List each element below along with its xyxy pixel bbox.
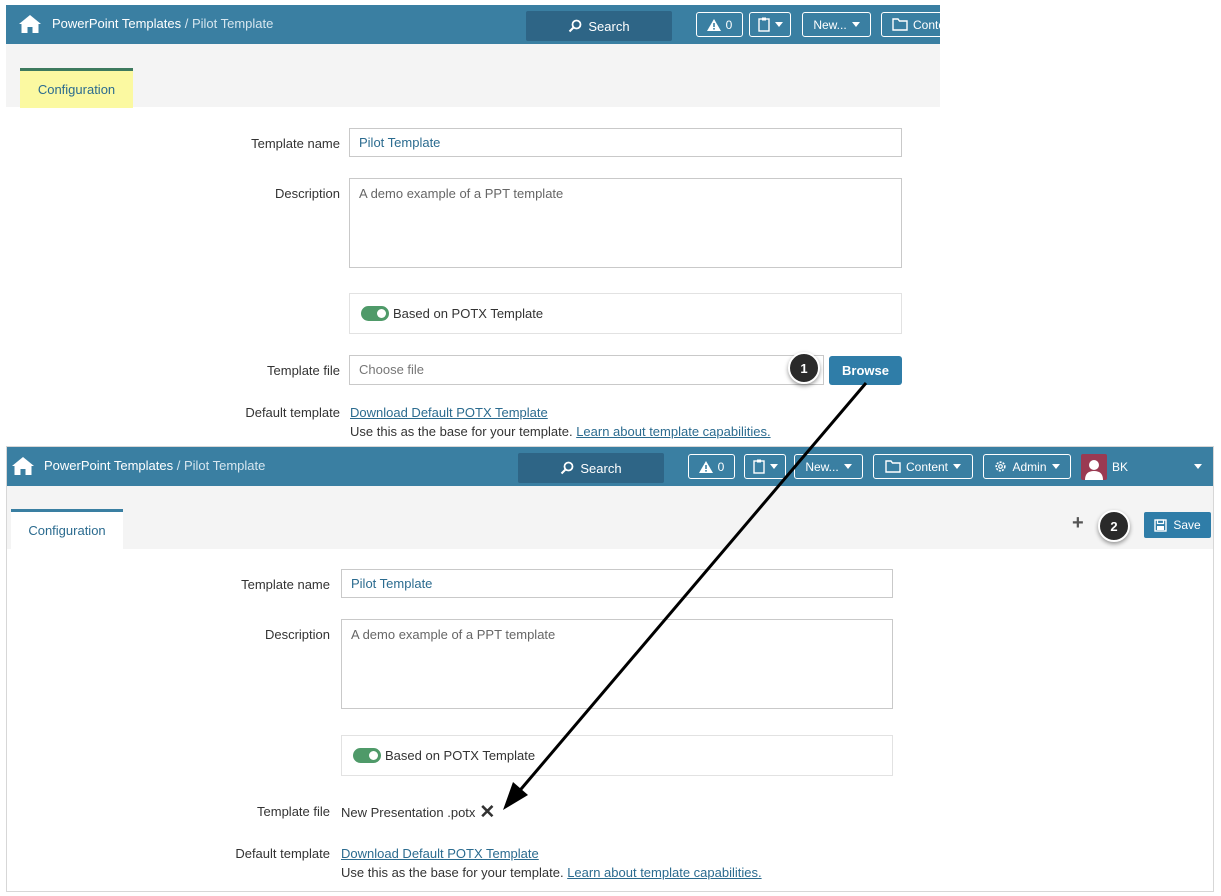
breadcrumb: PowerPoint Templates / Pilot Template — [44, 458, 265, 473]
top-navbar: PowerPoint Templates / Pilot Template Se… — [7, 447, 1213, 486]
learn-capabilities-link[interactable]: Learn about template capabilities. — [576, 424, 770, 439]
description-label: Description — [274, 186, 340, 201]
template-file-label: Template file — [267, 363, 340, 378]
breadcrumb-current: Pilot Template — [191, 16, 274, 31]
admin-label: Admin — [1012, 459, 1047, 474]
new-menu-button[interactable]: New... — [802, 12, 871, 37]
tab-configuration[interactable]: Configuration — [20, 68, 133, 108]
content-label: Content — [905, 459, 949, 474]
potx-toggle-row: Based on POTX Template — [341, 735, 893, 776]
download-default-potx-link[interactable]: Download Default POTX Template — [350, 405, 548, 420]
content-menu-button[interactable]: Conte — [881, 12, 940, 37]
chevron-down-icon — [1194, 464, 1202, 469]
alerts-count: 0 — [725, 17, 733, 32]
uploaded-file-name: New Presentation .potx — [341, 805, 476, 820]
default-template-label: Default template — [235, 846, 330, 861]
screenshot-after: PowerPoint Templates / Pilot Template Se… — [6, 446, 1214, 892]
breadcrumb-root[interactable]: PowerPoint Templates — [52, 16, 181, 31]
home-icon[interactable] — [11, 455, 35, 477]
add-icon[interactable]: + — [1072, 512, 1084, 535]
file-chooser-input[interactable]: Choose file — [349, 355, 824, 385]
alerts-button[interactable]: 0 — [696, 12, 743, 37]
admin-menu-button[interactable]: Admin — [983, 454, 1071, 479]
uploaded-file: New Presentation .potx ✕ — [341, 803, 495, 822]
breadcrumb-root[interactable]: PowerPoint Templates — [44, 458, 173, 473]
warning-icon — [706, 18, 721, 31]
close-icon[interactable]: ✕ — [479, 803, 495, 822]
folder-icon — [885, 460, 901, 473]
clipboard-menu-button[interactable] — [744, 454, 786, 479]
user-icon — [1085, 460, 1103, 480]
tab-bar: Configuration — [6, 44, 940, 108]
alerts-count: 0 — [717, 459, 725, 474]
gear-icon — [995, 461, 1007, 472]
new-label: New... — [805, 459, 839, 474]
avatar[interactable] — [1081, 454, 1107, 480]
description-textarea[interactable]: A demo example of a PPT template — [341, 619, 893, 709]
alerts-button[interactable]: 0 — [688, 454, 735, 479]
chevron-down-icon — [843, 464, 852, 469]
search-icon — [561, 461, 574, 475]
search-label: Search — [588, 18, 630, 34]
template-name-input[interactable]: Pilot Template — [349, 128, 902, 157]
breadcrumb: PowerPoint Templates / Pilot Template — [52, 16, 273, 31]
hint-text: Use this as the base for your template. — [350, 424, 573, 439]
template-file-label: Template file — [257, 804, 330, 819]
new-menu-button[interactable]: New... — [794, 454, 863, 479]
template-name-label: Template name — [241, 577, 330, 592]
clipboard-icon — [752, 459, 765, 474]
search-button[interactable]: Search — [526, 11, 672, 41]
chevron-down-icon — [1051, 464, 1060, 469]
chevron-down-icon — [851, 22, 860, 27]
content-menu-button[interactable]: Content — [873, 454, 973, 479]
save-button[interactable]: Save — [1144, 512, 1211, 538]
tab-configuration[interactable]: Configuration — [11, 509, 123, 549]
user-initials: BK — [1112, 459, 1129, 474]
chevron-down-icon — [769, 464, 778, 469]
clipboard-icon — [757, 17, 770, 32]
home-icon[interactable] — [18, 13, 42, 35]
browse-button[interactable]: Browse — [829, 356, 902, 385]
breadcrumb-separator: / — [181, 16, 192, 31]
template-name-input[interactable]: Pilot Template — [341, 569, 893, 598]
search-button[interactable]: Search — [518, 453, 664, 483]
based-on-potx-toggle[interactable] — [361, 306, 389, 321]
based-on-potx-label: Based on POTX Template — [385, 748, 536, 763]
search-icon — [569, 19, 582, 33]
potx-toggle-row: Based on POTX Template — [349, 293, 902, 334]
save-label: Save — [1173, 518, 1201, 532]
top-navbar: PowerPoint Templates / Pilot Template Se… — [6, 5, 940, 44]
download-default-potx-link[interactable]: Download Default POTX Template — [341, 846, 539, 861]
warning-icon — [698, 460, 713, 473]
learn-capabilities-link[interactable]: Learn about template capabilities. — [567, 865, 761, 880]
step-marker-2: 2 — [1098, 510, 1130, 542]
based-on-potx-toggle[interactable] — [353, 748, 381, 763]
default-template-label: Default template — [245, 405, 340, 420]
template-name-label: Template name — [251, 136, 340, 151]
step-marker-1: 1 — [788, 352, 820, 384]
chevron-down-icon — [774, 22, 783, 27]
based-on-potx-label: Based on POTX Template — [393, 306, 544, 321]
tab-bar: Configuration + 2 Save — [7, 486, 1213, 549]
breadcrumb-separator: / — [173, 458, 184, 473]
screenshot-before: PowerPoint Templates / Pilot Template Se… — [6, 5, 940, 443]
description-textarea[interactable]: A demo example of a PPT template — [349, 178, 902, 268]
user-menu-button[interactable]: BK — [1107, 454, 1211, 479]
description-label: Description — [264, 627, 330, 642]
hint-text: Use this as the base for your template. — [341, 865, 564, 880]
folder-icon — [892, 18, 908, 31]
content-label: Conte — [913, 17, 940, 32]
new-label: New... — [813, 17, 847, 32]
chevron-down-icon — [953, 464, 962, 469]
clipboard-menu-button[interactable] — [749, 12, 791, 37]
save-icon — [1154, 518, 1168, 532]
search-label: Search — [580, 460, 622, 476]
breadcrumb-current: Pilot Template — [183, 458, 266, 473]
